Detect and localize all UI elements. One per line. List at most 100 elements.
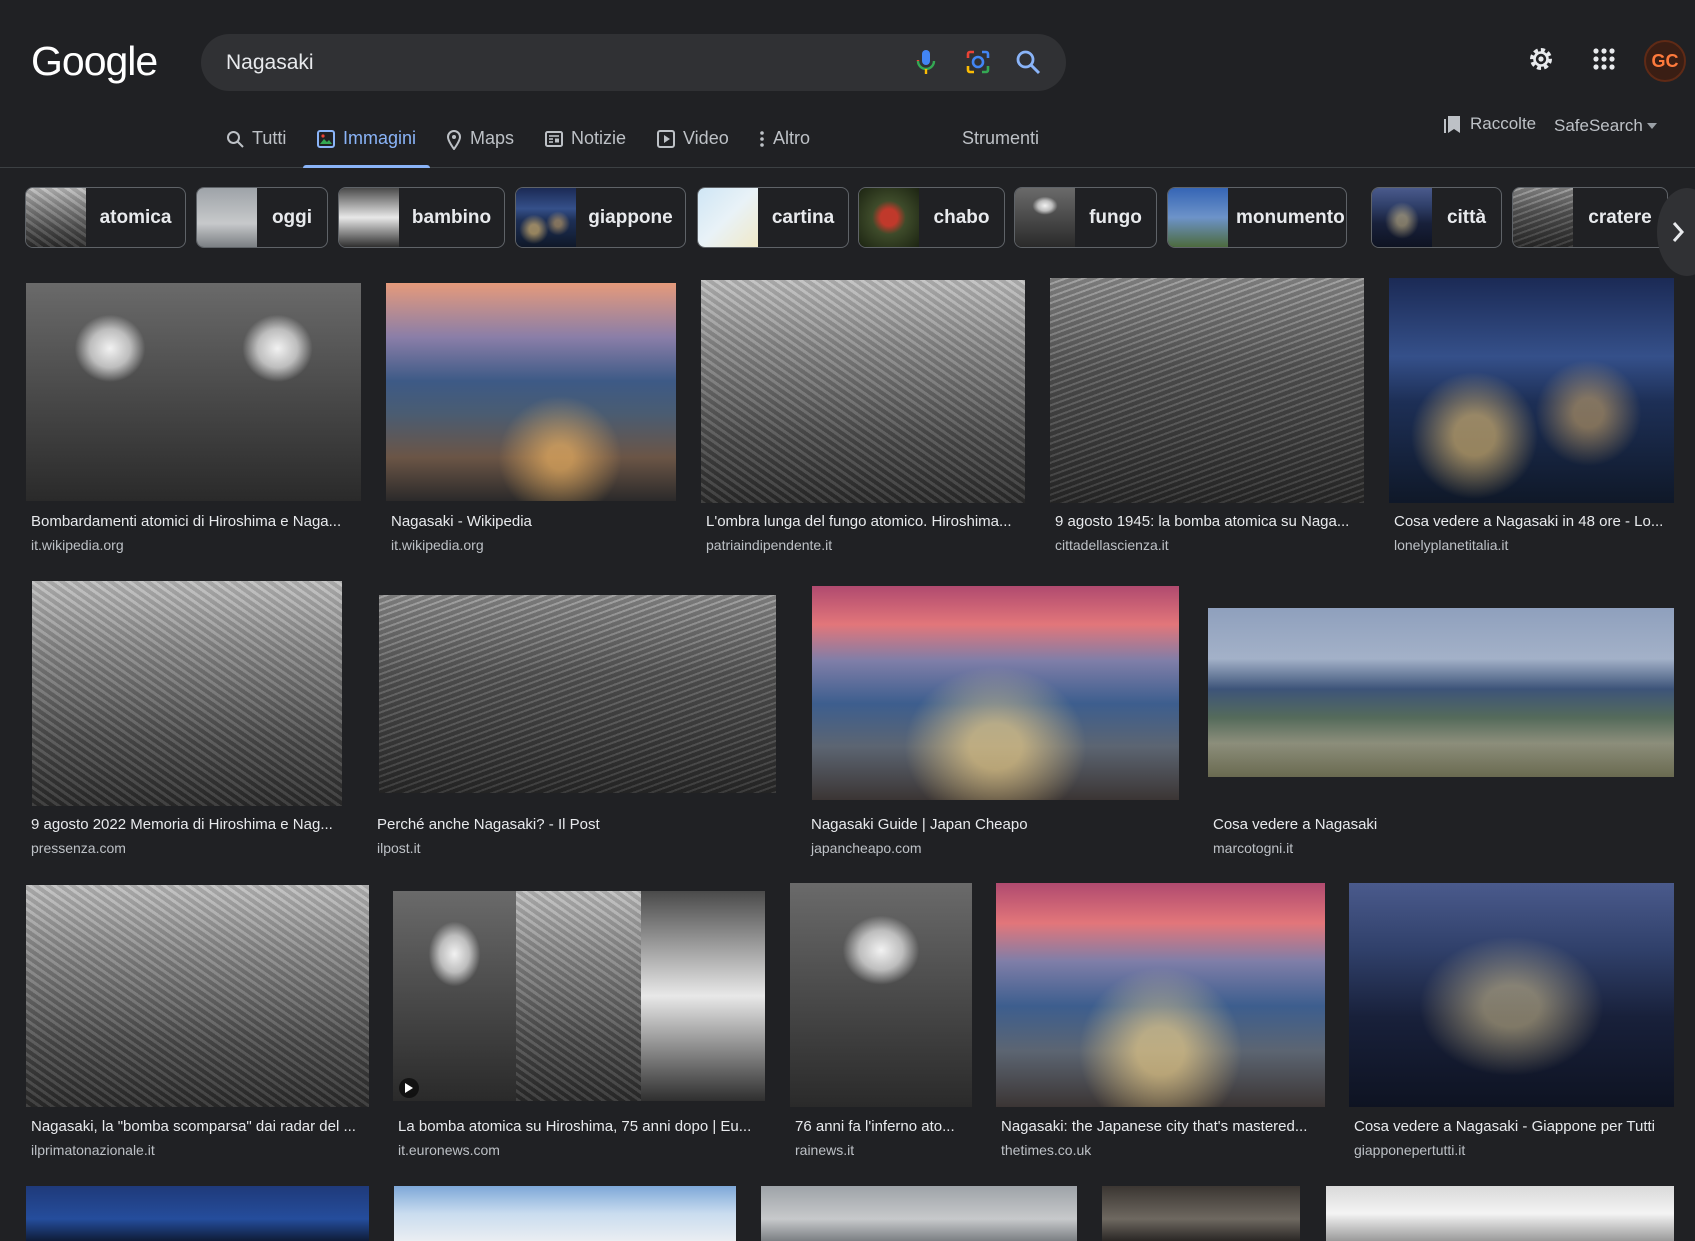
result-image[interactable] bbox=[1208, 608, 1674, 777]
image-result[interactable]: Nagasaki, la "bomba scomparsa" dai radar… bbox=[26, 885, 369, 1160]
result-title[interactable]: 76 anni fa l'inferno ato... bbox=[795, 1118, 967, 1135]
result-image[interactable] bbox=[996, 883, 1325, 1107]
result-source[interactable]: it.euronews.com bbox=[398, 1142, 500, 1158]
chip-monumento[interactable]: monumento bbox=[1167, 187, 1347, 248]
image-result[interactable] bbox=[761, 1186, 1077, 1241]
result-source[interactable]: ilpost.it bbox=[377, 840, 421, 856]
result-image[interactable] bbox=[790, 883, 972, 1107]
result-image[interactable] bbox=[1389, 278, 1674, 503]
chip-cartina[interactable]: cartina bbox=[697, 187, 849, 248]
chip-atomica[interactable]: atomica bbox=[25, 187, 186, 248]
image-result[interactable]: Bombardamenti atomici di Hiroshima e Nag… bbox=[26, 281, 361, 556]
result-source[interactable]: cittadellascienza.it bbox=[1055, 537, 1169, 553]
result-title[interactable]: Nagasaki: the Japanese city that's maste… bbox=[1001, 1118, 1320, 1135]
result-source[interactable]: it.wikipedia.org bbox=[31, 537, 124, 553]
search-input[interactable] bbox=[226, 49, 876, 77]
image-result[interactable]: Nagasaki - Wikipedia it.wikipedia.org bbox=[386, 281, 676, 556]
chip-label: giappone bbox=[588, 206, 673, 228]
image-result[interactable] bbox=[26, 1186, 369, 1241]
result-title[interactable]: Nagasaki Guide | Japan Cheapo bbox=[811, 816, 1176, 833]
tab-video[interactable]: Video bbox=[657, 122, 729, 168]
result-title[interactable]: Cosa vedere a Nagasaki bbox=[1213, 816, 1669, 833]
tab-altro[interactable]: Altro bbox=[759, 122, 810, 168]
search-icon[interactable] bbox=[1014, 48, 1042, 76]
image-result[interactable] bbox=[1326, 1186, 1674, 1241]
image-result[interactable] bbox=[394, 1186, 736, 1241]
chip-chabo[interactable]: chabo bbox=[858, 187, 1005, 248]
result-image[interactable] bbox=[386, 283, 676, 501]
result-image[interactable] bbox=[32, 581, 342, 806]
image-result[interactable]: Cosa vedere a Nagasaki in 48 ore - Lo...… bbox=[1389, 278, 1674, 556]
result-title[interactable]: Bombardamenti atomici di Hiroshima e Nag… bbox=[31, 513, 356, 530]
result-image[interactable] bbox=[26, 283, 361, 501]
chip-citta[interactable]: città bbox=[1371, 187, 1502, 248]
result-source[interactable]: giapponepertutti.it bbox=[1354, 1142, 1465, 1158]
image-result[interactable]: L'ombra lunga del fungo atomico. Hiroshi… bbox=[701, 280, 1025, 556]
image-result[interactable]: La bomba atomica su Hiroshima, 75 anni d… bbox=[393, 891, 765, 1160]
result-source[interactable]: ilprimatonazionale.it bbox=[31, 1142, 155, 1158]
image-result[interactable]: 76 anni fa l'inferno ato... rainews.it bbox=[790, 883, 972, 1160]
result-image[interactable] bbox=[1102, 1186, 1300, 1241]
result-source[interactable]: lonelyplanetitalia.it bbox=[1394, 537, 1508, 553]
lens-icon[interactable] bbox=[964, 48, 992, 76]
result-image[interactable] bbox=[1050, 278, 1364, 503]
chip-oggi[interactable]: oggi bbox=[196, 187, 328, 248]
result-image[interactable] bbox=[379, 595, 776, 793]
image-result[interactable]: Nagasaki Guide | Japan Cheapo japancheap… bbox=[806, 586, 1181, 857]
tab-label: Notizie bbox=[571, 128, 627, 148]
result-source[interactable]: thetimes.co.uk bbox=[1001, 1142, 1091, 1158]
image-result[interactable]: Nagasaki: the Japanese city that's maste… bbox=[996, 883, 1325, 1160]
tab-immagini[interactable]: Immagini bbox=[302, 122, 431, 168]
result-image[interactable] bbox=[26, 885, 369, 1107]
image-result[interactable]: 9 agosto 2022 Memoria di Hiroshima e Nag… bbox=[26, 581, 346, 857]
tab-maps[interactable]: Maps bbox=[446, 122, 514, 168]
result-title[interactable]: 9 agosto 2022 Memoria di Hiroshima e Nag… bbox=[31, 816, 341, 833]
news-icon bbox=[545, 131, 563, 147]
result-source[interactable]: marcotogni.it bbox=[1213, 840, 1293, 856]
result-title[interactable]: L'ombra lunga del fungo atomico. Hiroshi… bbox=[706, 513, 1020, 530]
chip-label: città bbox=[1446, 206, 1487, 228]
chip-fungo[interactable]: fungo bbox=[1014, 187, 1157, 248]
account-avatar[interactable]: GC bbox=[1644, 40, 1686, 82]
settings-gear-icon[interactable] bbox=[1522, 40, 1560, 78]
image-result[interactable]: Cosa vedere a Nagasaki marcotogni.it bbox=[1208, 608, 1674, 857]
result-source[interactable]: it.wikipedia.org bbox=[391, 537, 484, 553]
result-title[interactable]: La bomba atomica su Hiroshima, 75 anni d… bbox=[398, 1118, 760, 1135]
result-source[interactable]: japancheapo.com bbox=[811, 840, 922, 856]
apps-grid-icon[interactable] bbox=[1585, 40, 1623, 78]
result-title[interactable]: Nagasaki - Wikipedia bbox=[391, 513, 671, 530]
result-image[interactable] bbox=[701, 280, 1025, 503]
chip-cratere[interactable]: cratere bbox=[1512, 187, 1668, 248]
tab-tutti[interactable]: Tutti bbox=[226, 122, 286, 168]
result-title[interactable]: Nagasaki, la "bomba scomparsa" dai radar… bbox=[31, 1118, 364, 1135]
chip-bambino[interactable]: bambino bbox=[338, 187, 505, 248]
tab-notizie[interactable]: Notizie bbox=[545, 122, 626, 168]
result-source[interactable]: rainews.it bbox=[795, 1142, 854, 1158]
result-image[interactable] bbox=[26, 1186, 369, 1241]
chip-giappone[interactable]: giappone bbox=[515, 187, 686, 248]
collections-button[interactable]: Raccolte bbox=[1444, 114, 1536, 134]
result-image[interactable] bbox=[761, 1186, 1077, 1241]
header: Google Nagasaki GC Tutti Immagini Maps N… bbox=[0, 0, 1695, 168]
result-title[interactable]: Cosa vedere a Nagasaki in 48 ore - Lo... bbox=[1394, 513, 1669, 530]
result-image[interactable] bbox=[394, 1186, 736, 1241]
safesearch-button[interactable]: SafeSearch bbox=[1554, 116, 1657, 136]
image-result[interactable]: 9 agosto 1945: la bomba atomica su Naga.… bbox=[1050, 278, 1364, 556]
image-result[interactable]: Cosa vedere a Nagasaki - Giappone per Tu… bbox=[1349, 883, 1674, 1160]
google-logo[interactable]: Google bbox=[31, 38, 158, 85]
tools-button[interactable]: Strumenti bbox=[962, 128, 1039, 149]
result-image[interactable] bbox=[812, 586, 1179, 800]
result-image-part bbox=[393, 891, 516, 1101]
microphone-icon[interactable] bbox=[912, 48, 940, 76]
result-title[interactable]: Cosa vedere a Nagasaki - Giappone per Tu… bbox=[1354, 1118, 1669, 1135]
result-source[interactable]: pressenza.com bbox=[31, 840, 126, 856]
image-result[interactable] bbox=[1102, 1186, 1300, 1241]
result-image[interactable] bbox=[1349, 883, 1674, 1107]
result-title[interactable]: 9 agosto 1945: la bomba atomica su Naga.… bbox=[1055, 513, 1359, 530]
result-image[interactable] bbox=[393, 891, 765, 1101]
result-image[interactable] bbox=[1326, 1186, 1674, 1241]
result-title[interactable]: Perché anche Nagasaki? - Il Post bbox=[377, 816, 772, 833]
image-result[interactable]: Perché anche Nagasaki? - Il Post ilpost.… bbox=[372, 595, 777, 857]
search-box[interactable] bbox=[201, 34, 1066, 91]
result-source[interactable]: patriaindipendente.it bbox=[706, 537, 832, 553]
